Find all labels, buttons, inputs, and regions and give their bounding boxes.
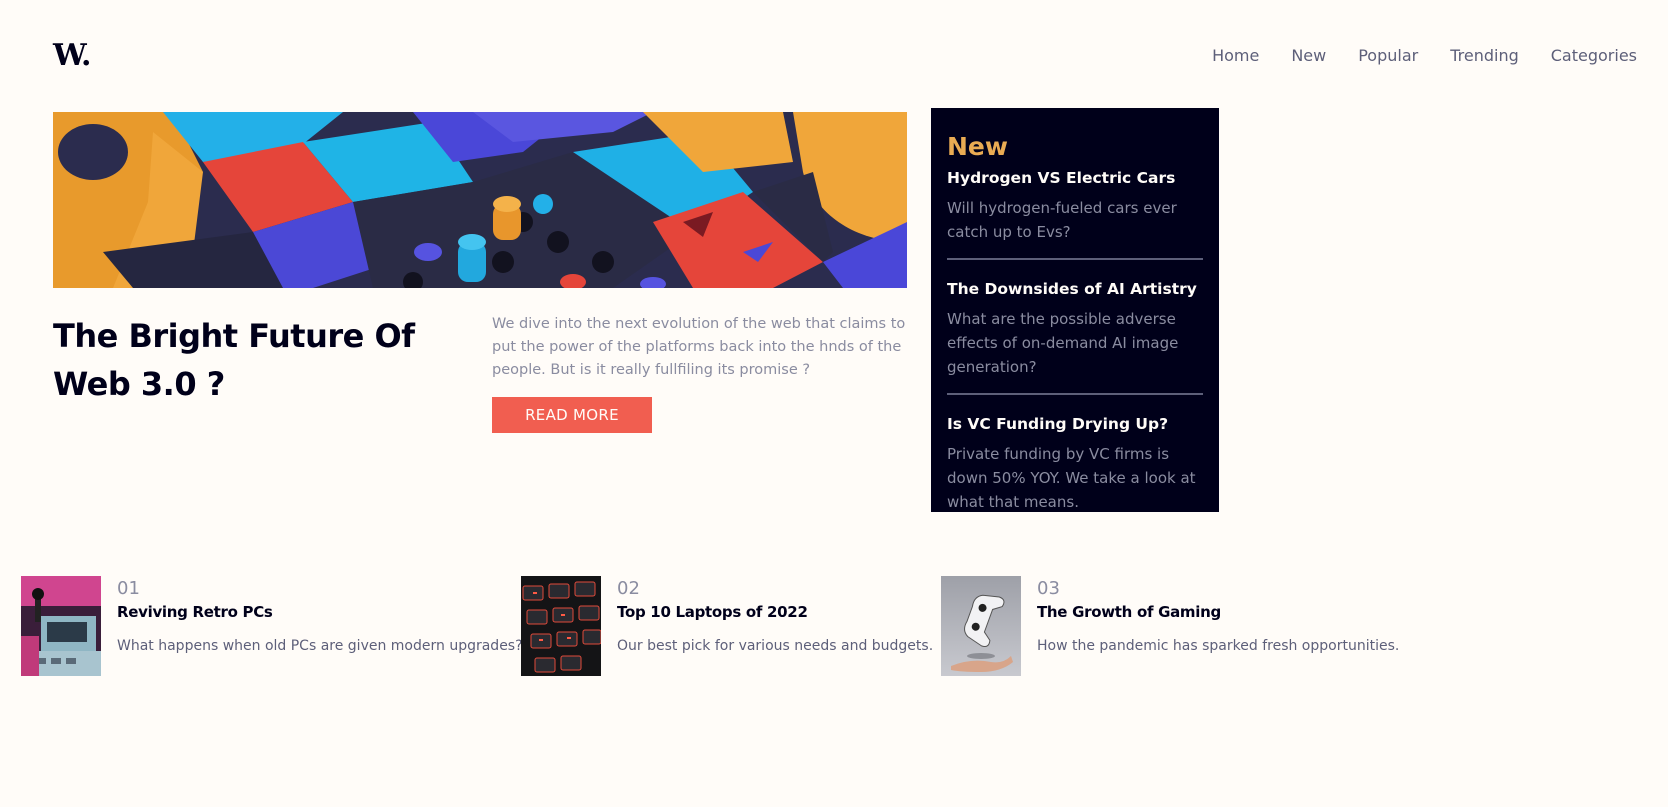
- new-heading: New: [947, 132, 1008, 161]
- game-controller-thumbnail[interactable]: [941, 576, 1021, 676]
- new-article-title[interactable]: Hydrogen VS Electric Cars: [947, 169, 1203, 187]
- article-card[interactable]: 02 Top 10 Laptops of 2022 Our best pick …: [521, 576, 933, 676]
- new-article-description: What are the possible adverse effects of…: [947, 310, 1179, 376]
- card-description: What happens when old PCs are given mode…: [117, 638, 523, 654]
- card-title[interactable]: Top 10 Laptops of 2022: [617, 603, 933, 621]
- nav-new[interactable]: New: [1291, 46, 1326, 65]
- nav-trending[interactable]: Trending: [1450, 46, 1519, 65]
- new-article-description: Private funding by VC firms is down 50% …: [947, 445, 1196, 511]
- card-number: 03: [1037, 578, 1060, 599]
- main-nav: Home New Popular Trending Categories: [1212, 46, 1637, 65]
- retro-pc-thumbnail[interactable]: [21, 576, 101, 676]
- new-articles-panel: New Hydrogen VS Electric Cars Will hydro…: [931, 108, 1219, 512]
- hero-description: We dive into the next evolution of the w…: [492, 316, 906, 378]
- new-article-item[interactable]: Is VC Funding Drying Up? Private funding…: [947, 415, 1203, 512]
- card-body: 03 The Growth of Gaming How the pandemic…: [1037, 576, 1399, 676]
- divider: [947, 258, 1203, 260]
- card-title[interactable]: Reviving Retro PCs: [117, 603, 523, 621]
- read-more-button[interactable]: READ MORE: [492, 397, 652, 433]
- article-card[interactable]: 03 The Growth of Gaming How the pandemic…: [941, 576, 1399, 676]
- laptop-keyboard-thumbnail[interactable]: [521, 576, 601, 676]
- new-article-title[interactable]: The Downsides of AI Artistry: [947, 280, 1203, 298]
- new-article-title[interactable]: Is VC Funding Drying Up?: [947, 415, 1203, 433]
- hero-image: [53, 112, 907, 288]
- card-description: How the pandemic has sparked fresh oppor…: [1037, 638, 1400, 654]
- card-body: 02 Top 10 Laptops of 2022 Our best pick …: [617, 576, 933, 676]
- divider: [947, 393, 1203, 395]
- card-body: 01 Reviving Retro PCs What happens when …: [117, 576, 523, 676]
- nav-popular[interactable]: Popular: [1358, 46, 1418, 65]
- nav-home[interactable]: Home: [1212, 46, 1259, 65]
- new-article-description: Will hydrogen-fueled cars ever catch up …: [947, 199, 1177, 241]
- card-number: 02: [617, 578, 640, 599]
- new-article-item[interactable]: Hydrogen VS Electric Cars Will hydrogen-…: [947, 169, 1203, 258]
- card-number: 01: [117, 578, 140, 599]
- card-title[interactable]: The Growth of Gaming: [1037, 603, 1399, 621]
- article-card[interactable]: 01 Reviving Retro PCs What happens when …: [21, 576, 523, 676]
- site-logo[interactable]: W.: [53, 38, 91, 73]
- new-article-item[interactable]: The Downsides of AI Artistry What are th…: [947, 280, 1203, 393]
- hero-title: The Bright Future Of Web 3.0 ?: [53, 317, 415, 403]
- card-description: Our best pick for various needs and budg…: [617, 638, 934, 654]
- nav-categories[interactable]: Categories: [1551, 46, 1637, 65]
